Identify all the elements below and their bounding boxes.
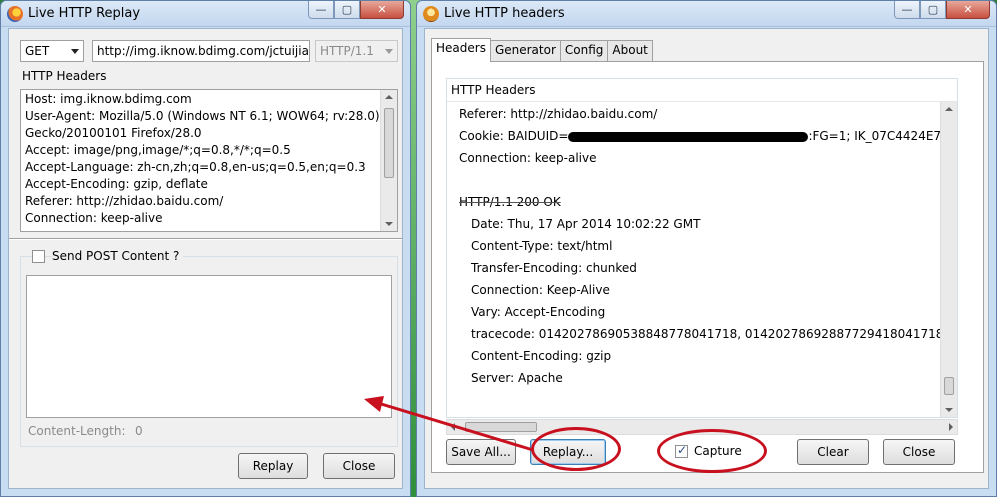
tab-about[interactable]: About xyxy=(607,40,653,61)
method-value: GET xyxy=(25,44,50,58)
cookie-prefix: Cookie: BAIDUID= xyxy=(459,129,569,143)
response-header-line: Content-Type: text/html xyxy=(471,239,613,253)
clear-button[interactable]: Clear xyxy=(797,439,869,465)
hscroll-thumb[interactable] xyxy=(465,422,537,432)
url-input[interactable]: http://img.iknow.bdimg.com/jctuijia xyxy=(92,40,310,62)
request-headers-scrollbar[interactable] xyxy=(380,90,397,231)
response-header-line: Transfer-Encoding: chunked xyxy=(471,261,637,275)
scroll-left-icon[interactable] xyxy=(451,423,455,431)
save-all-button[interactable]: Save All... xyxy=(446,439,516,465)
replay-button[interactable]: Replay xyxy=(238,453,308,479)
chevron-down-icon xyxy=(71,49,79,54)
annotation-oval-replay xyxy=(531,427,621,471)
headers-group-label: HTTP Headers xyxy=(451,83,536,97)
scroll-thumb[interactable] xyxy=(944,377,954,395)
scroll-down-icon[interactable] xyxy=(385,222,393,226)
scroll-right-icon[interactable] xyxy=(949,423,953,431)
minimize-icon[interactable]: — xyxy=(308,1,334,19)
headers-titlebar[interactable]: Live HTTP headers — ▢ ✕ xyxy=(417,1,996,27)
replay-window: Live HTTP Replay — ▢ ✕ GET http://img.ik… xyxy=(0,0,411,497)
content-length-label: Content-Length: xyxy=(28,424,126,438)
method-select[interactable]: GET xyxy=(20,40,84,62)
live-headers-icon xyxy=(423,6,439,22)
response-header-line: Vary: Accept-Encoding xyxy=(471,305,606,319)
scroll-up-icon[interactable] xyxy=(385,95,393,99)
cookie-suffix: :FG=1; IK_07C4424E7... xyxy=(808,129,953,143)
splitter[interactable] xyxy=(9,238,402,240)
close-icon[interactable]: ✕ xyxy=(946,1,990,19)
annotation-oval-capture xyxy=(657,429,767,473)
send-post-checkbox[interactable] xyxy=(32,250,45,263)
request-header-line: Accept-Encoding: gzip, deflate xyxy=(25,177,208,191)
scroll-down-icon[interactable] xyxy=(945,408,953,412)
maximize-icon[interactable]: ▢ xyxy=(920,1,946,19)
request-header-line: Host: img.iknow.bdimg.com xyxy=(25,92,192,106)
protocol-select[interactable]: HTTP/1.1 xyxy=(315,40,398,62)
tab-config[interactable]: Config xyxy=(559,40,609,61)
headers-window-title: Live HTTP headers xyxy=(444,6,565,21)
response-header-line: tracecode: 01420278690538848778041718, 0… xyxy=(471,327,944,341)
request-header-line: User-Agent: Mozilla/5.0 (Windows NT 6.1;… xyxy=(25,109,380,123)
url-value: http://img.iknow.bdimg.com/jctuijia xyxy=(97,44,309,58)
headers-client-area: Headers Generator Config About HTTP Head… xyxy=(424,28,989,489)
headers-list-divider xyxy=(447,101,957,102)
tab-panel: HTTP Headers Referer: http://zhidao.baid… xyxy=(431,61,984,473)
scroll-thumb[interactable] xyxy=(384,108,394,178)
maximize-icon[interactable]: ▢ xyxy=(334,1,360,19)
tab-generator[interactable]: Generator xyxy=(489,40,561,61)
content-length-value: 0 xyxy=(135,424,143,438)
request-headers-textarea[interactable]: Host: img.iknow.bdimg.com User-Agent: Moz… xyxy=(20,89,398,232)
request-header-line: Connection: keep-alive xyxy=(25,211,163,225)
send-post-label: Send POST Content ? xyxy=(52,249,184,263)
headers-vscrollbar[interactable] xyxy=(940,102,957,417)
http-headers-label: HTTP Headers xyxy=(22,69,107,83)
cookie-line: Cookie: BAIDUID= :FG=1; IK_07C4424E7... xyxy=(459,129,952,143)
referer-line: Referer: http://zhidao.baidu.com/ xyxy=(459,107,658,121)
headers-window: Live HTTP headers — ▢ ✕ Headers Generato… xyxy=(416,0,997,497)
tab-bar: Headers Generator Config About xyxy=(431,38,653,62)
minimize-icon[interactable]: — xyxy=(894,1,920,19)
close-headers-button[interactable]: Close xyxy=(883,439,955,465)
status-line: HTTP/1.1 200 OK xyxy=(459,195,561,209)
post-content-textarea[interactable] xyxy=(26,275,392,418)
connection-request-line: Connection: keep-alive xyxy=(459,151,597,165)
response-header-line: Connection: Keep-Alive xyxy=(471,283,610,297)
headers-group: HTTP Headers Referer: http://zhidao.baid… xyxy=(446,78,958,418)
firefox-icon xyxy=(7,6,23,22)
close-icon[interactable]: ✕ xyxy=(360,1,404,19)
cookie-redaction xyxy=(568,131,809,142)
request-header-line: Accept: image/png,image/*;q=0.8,*/*;q=0.… xyxy=(25,143,291,157)
replay-client-area: GET http://img.iknow.bdimg.com/jctuijia … xyxy=(8,28,403,489)
response-header-line: Content-Encoding: gzip xyxy=(471,349,612,363)
response-header-line: Date: Thu, 17 Apr 2014 10:02:22 GMT xyxy=(471,217,701,231)
replay-titlebar[interactable]: Live HTTP Replay — ▢ ✕ xyxy=(1,1,410,27)
replay-window-title: Live HTTP Replay xyxy=(28,6,141,21)
request-header-line: Referer: http://zhidao.baidu.com/ xyxy=(25,194,224,208)
protocol-value: HTTP/1.1 xyxy=(320,44,374,58)
close-button[interactable]: Close xyxy=(323,453,395,479)
scroll-up-icon[interactable] xyxy=(945,107,953,111)
tab-headers[interactable]: Headers xyxy=(431,38,491,62)
request-header-line: Accept-Language: zh-cn,zh;q=0.8,en-us;q=… xyxy=(25,160,366,174)
chevron-down-icon xyxy=(385,49,393,54)
request-header-line: Gecko/20100101 Firefox/28.0 xyxy=(25,126,202,140)
request-headers-lines: Host: img.iknow.bdimg.com User-Agent: Moz… xyxy=(25,91,380,227)
response-header-line: Server: Apache xyxy=(471,371,563,385)
